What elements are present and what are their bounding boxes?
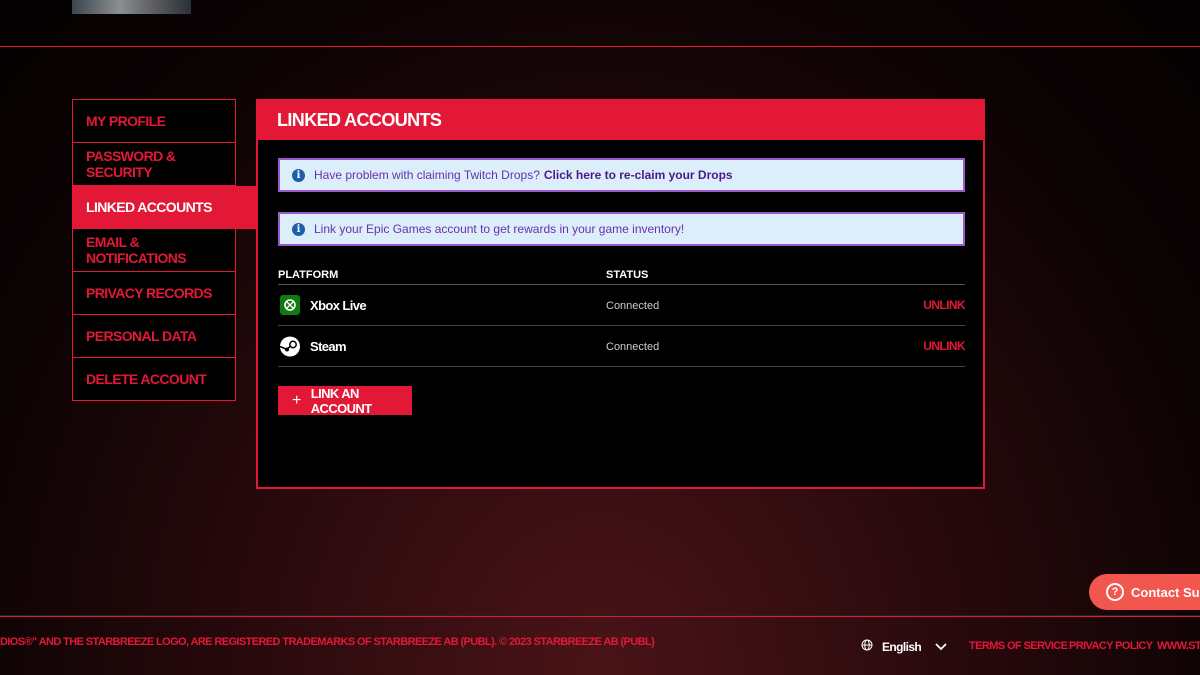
- settings-sidebar: My Profile Password & Security Linked Ac…: [72, 99, 256, 401]
- help-icon: ?: [1106, 583, 1124, 601]
- unlink-button[interactable]: UNLINK: [923, 339, 965, 353]
- linked-accounts-panel: LINKED ACCOUNTS i Have problem with clai…: [256, 99, 985, 489]
- terms-of-service-link[interactable]: TERMS OF SERVICE: [969, 640, 1068, 652]
- panel-title: LINKED ACCOUNTS: [258, 101, 983, 140]
- twitch-drops-alert: i Have problem with claiming Twitch Drop…: [278, 158, 965, 192]
- platform-name: Xbox Live: [310, 298, 367, 313]
- privacy-policy-link[interactable]: PRIVACY POLICY: [1069, 640, 1153, 652]
- xbox-icon: [280, 295, 300, 315]
- alert-text: Have problem with claiming Twitch Drops?: [314, 168, 540, 182]
- reclaim-drops-link[interactable]: Click here to re-claim your Drops: [544, 168, 733, 182]
- info-icon: i: [292, 222, 305, 236]
- table-header: PLATFORM STATUS: [278, 269, 965, 285]
- steam-icon: [280, 336, 300, 356]
- contact-support-label: Contact Sup: [1131, 584, 1200, 600]
- sidebar-item-delete-account[interactable]: Delete Account: [73, 358, 235, 401]
- chevron-down-icon: [935, 640, 947, 654]
- platform-column-header: PLATFORM: [278, 269, 339, 281]
- table-row: Steam Connected UNLINK: [278, 326, 966, 367]
- header-divider: [0, 46, 1200, 47]
- unlink-button[interactable]: UNLINK: [923, 298, 965, 312]
- avatar: [72, 0, 191, 14]
- link-account-label: LINK AN ACCOUNT: [310, 385, 372, 416]
- sidebar-item-email-notifications[interactable]: Email & Notifications: [73, 229, 235, 272]
- alert-text: Link your Epic Games account to get rewa…: [314, 222, 685, 236]
- language-label: English: [882, 639, 922, 654]
- status-text: Connected: [606, 300, 660, 312]
- globe-icon: [861, 639, 873, 654]
- sidebar-item-linked-accounts[interactable]: Linked Accounts: [72, 186, 256, 229]
- info-icon: i: [292, 168, 305, 182]
- footer-divider: [0, 615, 1200, 617]
- status-column-header: STATUS: [606, 269, 649, 281]
- sidebar-item-privacy-records[interactable]: Privacy Records: [73, 272, 235, 315]
- sidebar-item-personal-data[interactable]: Personal Data: [73, 315, 235, 358]
- table-row: Xbox Live Connected UNLINK: [278, 285, 966, 326]
- contact-support-button[interactable]: ? Contact Sup: [1089, 574, 1200, 610]
- platform-name: Steam: [310, 339, 347, 354]
- copyright-text: DIOS®" AND THE STARBREEZE LOGO, ARE REGI…: [0, 636, 655, 648]
- website-link[interactable]: WWW.STA: [1157, 640, 1200, 652]
- language-selector[interactable]: English: [861, 639, 947, 654]
- sidebar-item-password-security[interactable]: Password & Security: [73, 143, 235, 186]
- plus-icon: +: [292, 391, 301, 409]
- status-text: Connected: [606, 341, 660, 353]
- epic-games-alert: i Link your Epic Games account to get re…: [278, 212, 965, 246]
- link-account-button[interactable]: + LINK AN ACCOUNT: [278, 385, 412, 416]
- sidebar-item-my-profile[interactable]: My Profile: [73, 100, 235, 143]
